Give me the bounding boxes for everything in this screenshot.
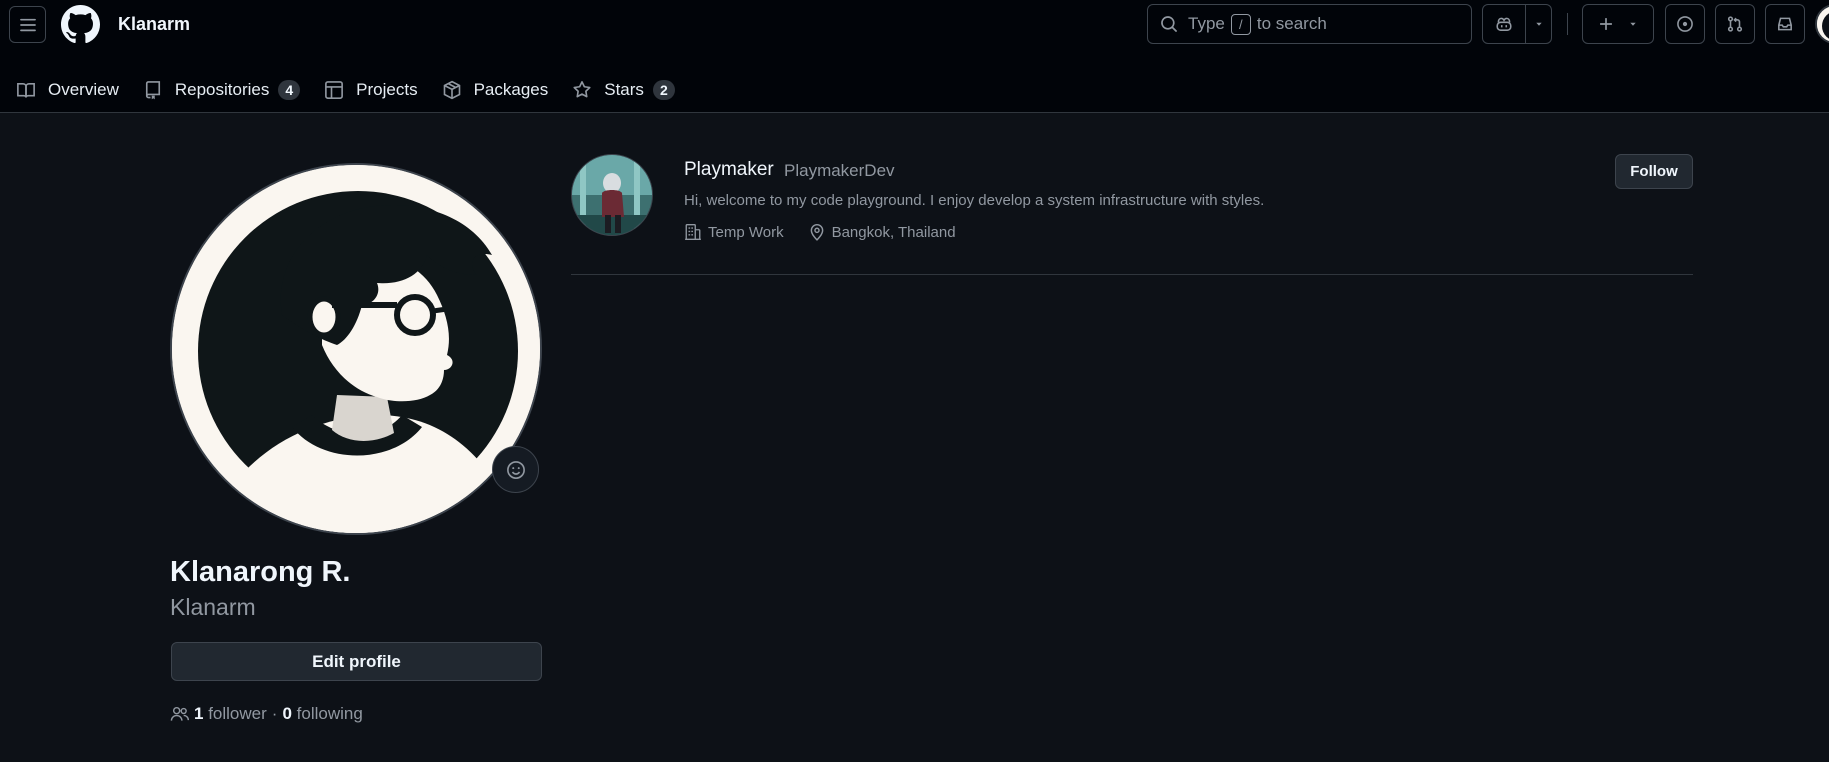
repo-icon	[143, 80, 163, 100]
git-pull-request-icon	[1727, 16, 1743, 32]
search-input[interactable]: Type / to search	[1147, 4, 1472, 44]
followers-link[interactable]: 1 follower	[194, 704, 267, 724]
card-user-avatar[interactable]	[571, 154, 653, 236]
copilot-icon	[1496, 17, 1512, 31]
edit-profile-button[interactable]: Edit profile	[171, 642, 542, 681]
card-bio: Hi, welcome to my code playground. I enj…	[684, 192, 1265, 209]
copilot-button-group	[1482, 4, 1552, 44]
app-header: Klanarm Type / to search Overview Reposi…	[0, 0, 1829, 113]
card-location: Bangkok, Thailand	[808, 223, 956, 241]
organization-icon	[685, 224, 701, 240]
location-icon	[810, 224, 823, 241]
issue-opened-icon	[1677, 16, 1693, 32]
tab-repositories[interactable]: Repositories 4	[135, 73, 308, 107]
card-login[interactable]: PlaymakerDev	[784, 161, 895, 181]
search-prefix: Type	[1188, 14, 1225, 33]
followers-count: 1	[194, 704, 204, 723]
profile-username: Klanarm	[170, 594, 256, 620]
tab-overview[interactable]: Overview	[8, 73, 127, 107]
avatar-image-icon	[1817, 6, 1829, 42]
followers-label: follower	[208, 704, 267, 723]
tab-label: Overview	[48, 80, 119, 99]
create-new-button[interactable]	[1582, 4, 1654, 44]
tab-label: Repositories	[174, 80, 270, 99]
issues-button[interactable]	[1665, 4, 1705, 44]
stars-count-badge: 2	[652, 80, 675, 100]
search-icon	[1160, 15, 1178, 33]
follow-button[interactable]: Follow	[1615, 154, 1693, 189]
people-icon	[170, 706, 190, 721]
card-meta: Temp Work Bangkok, Thailand	[684, 223, 956, 241]
tab-label: Packages	[473, 80, 549, 99]
inbox-button[interactable]	[1765, 4, 1805, 44]
card-avatar-image-icon	[572, 155, 652, 235]
profile-avatar[interactable]	[170, 163, 542, 535]
plus-icon	[1600, 18, 1612, 30]
company-label: Temp Work	[708, 223, 784, 241]
repositories-count-badge: 4	[278, 80, 301, 100]
tab-label: Stars	[604, 80, 644, 99]
book-icon	[16, 80, 36, 100]
tab-projects[interactable]: Projects	[316, 73, 425, 107]
following-count: 0	[282, 704, 292, 723]
tab-packages[interactable]: Packages	[434, 73, 557, 107]
copilot-button[interactable]	[1483, 5, 1526, 43]
location-label: Bangkok, Thailand	[831, 223, 956, 241]
follow-stats: 1 follower · 0 following	[170, 704, 363, 724]
menu-button[interactable]	[9, 6, 46, 43]
card-display-name[interactable]: Playmaker	[684, 159, 774, 181]
hamburger-icon	[19, 18, 36, 31]
triangle-down-icon	[1630, 22, 1636, 26]
follow-separator: ·	[271, 704, 278, 723]
slash-key-hint: /	[1230, 13, 1251, 35]
table-icon	[324, 80, 344, 100]
following-label: following	[296, 704, 363, 723]
card-company: Temp Work	[684, 223, 784, 241]
profile-full-name: Klanarong R.	[170, 556, 351, 588]
set-status-button[interactable]	[492, 446, 539, 493]
smiley-icon	[506, 460, 525, 479]
package-icon	[442, 80, 462, 100]
avatar-illustration-icon	[172, 165, 540, 533]
user-avatar-menu[interactable]	[1815, 4, 1829, 44]
search-suffix: to search	[1256, 14, 1327, 33]
copilot-dropdown-button[interactable]	[1526, 5, 1551, 43]
following-link[interactable]: 0 following	[282, 704, 362, 724]
star-icon	[572, 80, 592, 100]
tab-stars[interactable]: Stars 2	[564, 73, 682, 107]
context-brand-link[interactable]: Klanarm	[118, 14, 190, 35]
inbox-icon	[1778, 17, 1792, 31]
header-divider	[1567, 13, 1568, 35]
pull-requests-button[interactable]	[1715, 4, 1755, 44]
profile-nav-tabs: Overview Repositories 4 Projects Package…	[0, 68, 683, 112]
tab-label: Projects	[356, 80, 418, 99]
github-logo-icon[interactable]	[61, 5, 100, 44]
card-divider	[571, 274, 1693, 275]
triangle-down-icon	[1535, 22, 1542, 26]
